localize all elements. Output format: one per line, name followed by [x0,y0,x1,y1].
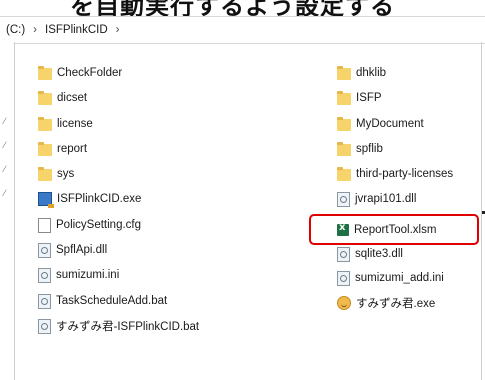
file-item-jvrapi101-dll[interactable]: jvrapi101.dll [337,190,416,208]
folder-icon [38,117,52,131]
folder-icon [38,142,52,156]
file-name: license [57,118,93,130]
pin-icon: ⁄ [4,116,6,126]
file-name: すみずみ君-ISFPlinkCID.bat [56,321,200,333]
file-item-taskscheduleadd-bat[interactable]: TaskScheduleAdd.bat [38,292,167,310]
address-bar[interactable]: (C:) › ISFPlinkCID › [0,16,485,44]
file-item-isfplinkcid-exe[interactable]: ISFPlinkCID.exe [38,190,141,208]
bat-icon [38,318,51,334]
dll-icon [337,246,350,262]
file-name: ISFPlinkCID.exe [57,193,142,205]
pin-icon: ⁄ [4,188,6,198]
folder-icon [38,167,52,181]
file-name: SpflApi.dll [56,244,108,256]
exe-icon [38,192,54,208]
folder-icon [337,167,351,181]
document-icon [38,217,51,233]
file-item-sumizumi-isfplinkcid-bat[interactable]: すみずみ君-ISFPlinkCID.bat [38,317,199,335]
file-item-spflib[interactable]: spflib [337,140,383,158]
smiley-exe-icon [337,296,351,310]
breadcrumb-separator[interactable]: › [116,24,120,36]
file-item-policysetting-cfg[interactable]: PolicySetting.cfg [38,216,141,234]
file-item-sumizumi-kun-exe[interactable]: すみずみ君.exe [337,294,435,312]
file-name: report [57,143,88,155]
file-item-spflapi-dll[interactable]: SpflApi.dll [38,241,107,259]
file-name: sumizumi_add.ini [355,272,444,284]
file-name: PolicySetting.cfg [56,219,142,231]
breadcrumb-separator: › [33,24,38,36]
file-name: sys [57,168,75,180]
file-item-isfp[interactable]: ISFP [337,89,382,107]
file-name: sumizumi.ini [56,269,120,281]
file-item-dicset[interactable]: dicset [38,89,87,107]
file-item-sqlite3-dll[interactable]: sqlite3.dll [337,245,403,263]
folder-icon [337,117,351,131]
file-item-dhklib[interactable]: dhklib [337,64,386,82]
folder-icon [38,91,52,105]
file-item-third-party-licenses[interactable]: third-party-licenses [337,165,453,183]
breadcrumb-folder[interactable]: ISFPlinkCID [45,24,108,36]
file-item-license[interactable]: license [38,115,93,133]
file-item-mydocument[interactable]: MyDocument [337,115,424,133]
file-name: dhklib [356,67,387,79]
header-banner: を自動実行するよう設定する [0,0,485,16]
folder-icon [337,66,351,80]
breadcrumb-drive[interactable]: (C:) [6,24,25,36]
navigation-pane-edge: ⁄ ⁄ ⁄ ⁄ [0,42,14,380]
file-item-checkfolder[interactable]: CheckFolder [38,64,122,82]
ini-icon [38,267,51,283]
file-name: すみずみ君.exe [356,298,436,310]
file-name: dicset [57,92,88,104]
file-name: sqlite3.dll [355,248,403,260]
ini-icon [337,270,350,286]
folder-icon [337,142,351,156]
pin-icon: ⁄ [4,140,6,150]
file-item-sumizumi-add-ini[interactable]: sumizumi_add.ini [337,269,444,287]
file-item-sumizumi-ini[interactable]: sumizumi.ini [38,266,119,284]
folder-icon [337,91,351,105]
pane-divider [14,42,15,380]
dll-icon [337,191,350,207]
folder-icon [38,66,52,80]
pin-icon: ⁄ [4,164,6,174]
header-banner-text: を自動実行するよう設定する [70,0,395,16]
highlight-annotation [309,214,479,245]
file-item-report[interactable]: report [38,140,87,158]
file-name: jvrapi101.dll [355,193,417,205]
file-name: TaskScheduleAdd.bat [56,295,168,307]
file-name: third-party-licenses [356,168,454,180]
file-name: CheckFolder [57,67,123,79]
bat-icon [38,293,51,309]
file-item-sys[interactable]: sys [38,165,74,183]
file-name: spflib [356,143,383,155]
dll-icon [38,242,51,258]
file-name: ISFP [356,92,382,104]
file-name: MyDocument [356,118,424,130]
